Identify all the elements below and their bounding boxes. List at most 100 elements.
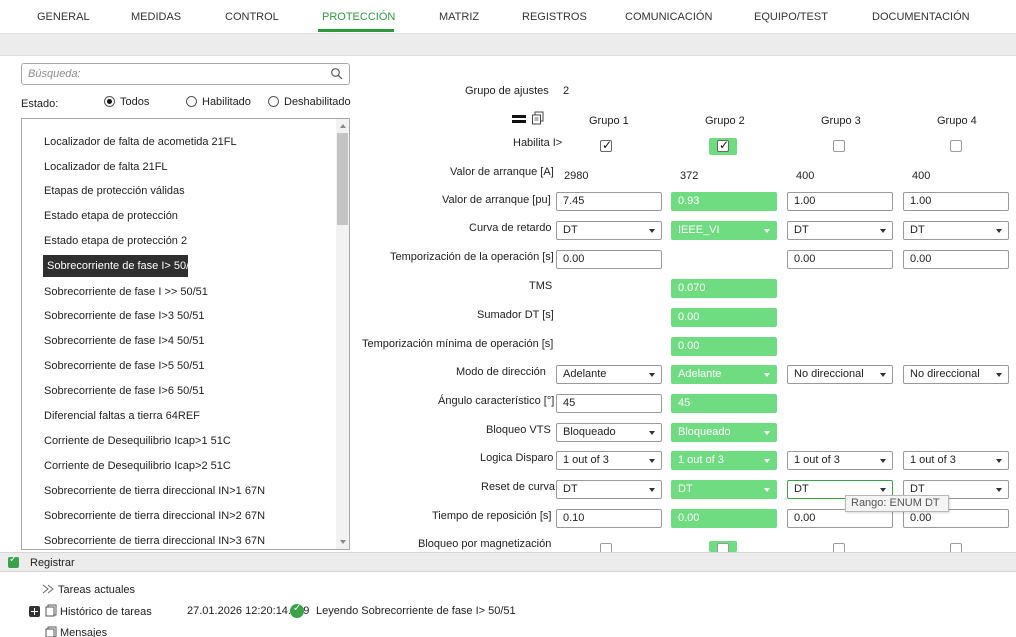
temp-op-g1-input[interactable]: 0.00 <box>556 250 662 269</box>
list-item[interactable]: Sobrecorriente de fase I>6 50/51 <box>44 380 338 402</box>
valor-pu-g1-input[interactable]: 7.45 <box>556 192 662 211</box>
chevron-down-icon <box>649 488 655 492</box>
list-item[interactable]: Sobrecorriente de fase I >> 50/51 <box>44 281 338 303</box>
search-icon[interactable] <box>330 67 344 81</box>
list-item[interactable]: Sobrecorriente de fase I>4 50/51 <box>44 330 338 352</box>
list-item[interactable]: Sobrecorriente de tierra direccional IN>… <box>44 480 338 502</box>
radio-habilitado[interactable]: Habilitado <box>186 96 251 108</box>
logica-g2-dropdown[interactable]: 1 out of 3 <box>671 451 777 470</box>
radio-deshabilitado[interactable]: Deshabilitado <box>268 96 351 108</box>
valor-pu-g4-input[interactable]: 1.00 <box>903 192 1009 211</box>
list-item[interactable]: Localizador de falta 21FL <box>44 156 338 178</box>
chevron-down-icon <box>996 373 1002 377</box>
temp-op-label: Temporización de la operación [s] <box>390 251 554 263</box>
list-scrollbar[interactable] <box>336 119 349 549</box>
chevron-down-icon <box>764 488 770 492</box>
expand-icon[interactable] <box>29 606 40 617</box>
reset-g4-value: DT <box>910 483 925 495</box>
habilita-g2-checkbox[interactable] <box>717 138 729 152</box>
tab-medidas[interactable]: MEDIDAS <box>131 11 181 23</box>
list-item[interactable]: Estado etapa de protección <box>44 205 338 227</box>
list-item-selected[interactable]: Sobrecorriente de fase I> 50/51 <box>43 255 201 277</box>
reset-label: Reset de curva <box>481 481 555 493</box>
tms-g2-input[interactable]: 0.070 <box>671 279 777 298</box>
angulo-g2-input[interactable]: 45 <box>671 394 777 413</box>
tab-matriz[interactable]: MATRIZ <box>439 11 479 23</box>
scroll-thumb[interactable] <box>337 133 348 225</box>
list-item[interactable]: Sobrecorriente de tierra direccional IN>… <box>44 530 338 549</box>
tab-equipo-test[interactable]: EQUIPO/TEST <box>754 11 828 23</box>
habilita-g3-checkbox[interactable] <box>833 140 845 152</box>
habilita-g1-checkbox[interactable] <box>600 138 612 152</box>
history-icon <box>45 604 57 617</box>
chevron-down-icon <box>880 459 886 463</box>
sumador-g2-input[interactable]: 0.00 <box>671 308 777 327</box>
modo-g2-dropdown[interactable]: Adelante <box>671 365 777 384</box>
modo-g3-dropdown[interactable]: No direccional <box>787 365 893 384</box>
temp-op-g4-input[interactable]: 0.00 <box>903 250 1009 269</box>
copy-icon[interactable] <box>531 111 545 125</box>
curva-g2-dropdown[interactable]: IEEE_VI <box>671 221 777 240</box>
tab-comunicacion[interactable]: COMUNICACIÓN <box>625 11 712 23</box>
tms-label: TMS <box>529 280 553 292</box>
logica-g4-dropdown[interactable]: 1 out of 3 <box>903 451 1009 470</box>
list-item[interactable]: Localizador de falta de acometida 21FL <box>44 131 338 153</box>
reset-g2-dropdown[interactable]: DT <box>671 480 777 499</box>
messages-icon <box>45 626 57 637</box>
reset-g1-dropdown[interactable]: DT <box>556 480 662 499</box>
list-item[interactable]: Sobrecorriente de fase I>5 50/51 <box>44 355 338 377</box>
tiempo-rep-g1-input[interactable]: 0.10 <box>556 509 662 528</box>
group-header-4: Grupo 4 <box>937 115 977 127</box>
list-item[interactable]: Diferencial faltas a tierra 64REF <box>44 405 338 427</box>
list-item[interactable]: Estado etapa de protección 2 <box>44 230 338 252</box>
registrar-panel-header[interactable]: Registrar <box>0 552 1016 572</box>
modo-g4-dropdown[interactable]: No direccional <box>903 365 1009 384</box>
list-item[interactable]: Etapas de protección válidas <box>44 180 338 202</box>
list-item[interactable]: Sobrecorriente de fase I>3 50/51 <box>44 305 338 327</box>
tiempo-rep-label: Tiempo de reposición [s] <box>432 510 552 522</box>
angulo-g1-input[interactable]: 45 <box>556 394 662 413</box>
logica-g3-dropdown[interactable]: 1 out of 3 <box>787 451 893 470</box>
tab-control[interactable]: CONTROL <box>225 11 279 23</box>
logica-g1-dropdown[interactable]: 1 out of 3 <box>556 451 662 470</box>
success-icon <box>290 603 304 618</box>
valor-pu-g2-input[interactable]: 0.93 <box>671 192 777 211</box>
bloqueo-vts-g1-value: Bloqueado <box>563 426 616 438</box>
valor-pu-g3-input[interactable]: 1.00 <box>787 192 893 211</box>
scroll-up-icon[interactable] <box>340 124 346 128</box>
list-item[interactable]: Corriente de Desequilibrio Icap>2 51C <box>44 455 338 477</box>
tiempo-rep-g2-input[interactable]: 0.00 <box>671 509 777 528</box>
scroll-down-icon[interactable] <box>340 540 346 544</box>
curva-g4-dropdown[interactable]: DT <box>903 221 1009 240</box>
tab-registros[interactable]: REGISTROS <box>522 11 587 23</box>
radio-todos[interactable]: Todos <box>104 96 149 108</box>
bloqueo-mag-label: Bloqueo por magnetización <box>418 538 552 550</box>
mensajes-item[interactable]: Mensajes <box>60 627 107 637</box>
chevron-down-icon <box>764 459 770 463</box>
equals-icon[interactable] <box>512 113 526 125</box>
toolbar-band <box>0 34 1016 56</box>
temp-op-g3-input[interactable]: 0.00 <box>787 250 893 269</box>
curva-g3-dropdown[interactable]: DT <box>787 221 893 240</box>
bloqueo-vts-g2-dropdown[interactable]: Bloqueado <box>671 423 777 442</box>
historico-item[interactable]: Histórico de tareas <box>60 606 152 618</box>
tab-general[interactable]: GENERAL <box>37 11 90 23</box>
tareas-actuales-item[interactable]: Tareas actuales <box>58 584 135 596</box>
modo-g1-dropdown[interactable]: Adelante <box>556 365 662 384</box>
list-item[interactable]: Sobrecorriente de tierra direccional IN>… <box>44 505 338 527</box>
tab-proteccion[interactable]: PROTECCIÓN <box>322 11 395 23</box>
reset-g3-value: DT <box>794 483 809 495</box>
search-input[interactable]: Búsqueda: <box>21 63 350 85</box>
curva-g1-dropdown[interactable]: DT <box>556 221 662 240</box>
list-item[interactable]: Corriente de Desequilibrio Icap>1 51C <box>44 430 338 452</box>
bloqueo-vts-label: Bloqueo VTS <box>486 424 551 436</box>
chevron-down-icon <box>764 431 770 435</box>
chevron-down-icon <box>880 488 886 492</box>
modo-g4-value: No direccional <box>910 368 980 380</box>
habilita-g4-checkbox[interactable] <box>950 140 962 152</box>
tab-documentacion[interactable]: DOCUMENTACIÓN <box>872 11 970 23</box>
valor-a-g4: 400 <box>912 170 931 182</box>
temp-min-g2-input[interactable]: 0.00 <box>671 337 777 356</box>
bloqueo-vts-g1-dropdown[interactable]: Bloqueado <box>556 423 662 442</box>
chevron-down-icon <box>996 229 1002 233</box>
